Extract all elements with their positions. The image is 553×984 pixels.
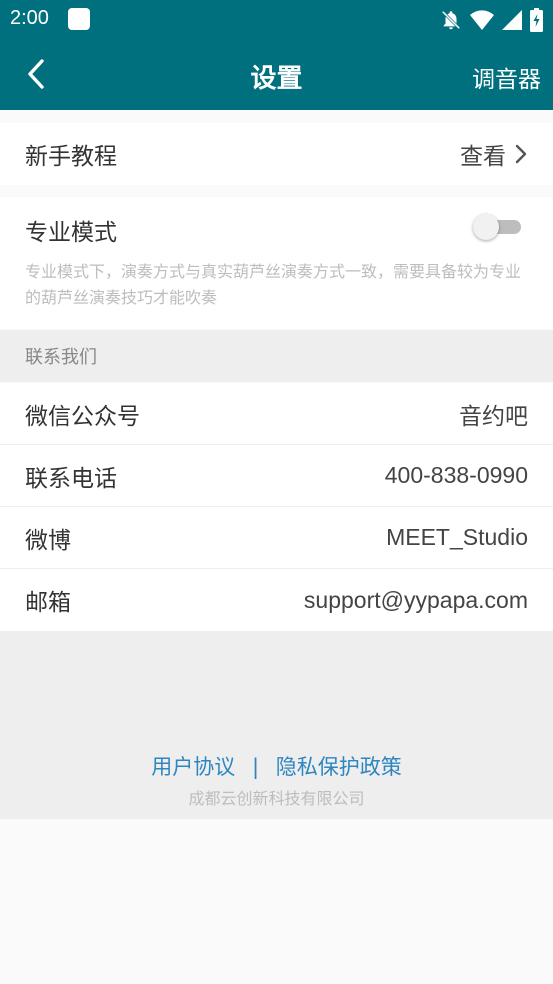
company-name: 成都云创新科技有限公司 <box>188 789 365 808</box>
wifi-icon <box>470 10 494 30</box>
link-separator: | <box>251 755 260 779</box>
status-icons <box>440 8 543 32</box>
app-bar: 设置 调音器 <box>0 38 553 110</box>
email-label: 邮箱 <box>25 590 71 616</box>
tuner-button[interactable]: 调音器 <box>472 60 541 94</box>
weibo-label: 微博 <box>25 527 71 554</box>
phone-row[interactable]: 联系电话 400-838-0990 <box>0 445 553 507</box>
privacy-policy-link[interactable]: 隐私保护政策 <box>276 751 402 781</box>
wechat-value: 音约吧 <box>459 403 528 430</box>
chevron-right-icon <box>515 144 527 164</box>
page-title: 设置 <box>250 64 303 94</box>
wechat-row[interactable]: 微信公众号 音约吧 <box>0 383 553 445</box>
notification-app-icon <box>68 8 90 30</box>
pro-mode-toggle[interactable] <box>473 214 521 240</box>
footer-links: 用户协议 | 隐私保护政策 <box>0 751 553 781</box>
tutorial-view-label: 查看 <box>460 144 506 170</box>
battery-icon <box>530 8 543 32</box>
pro-mode-block: 专业模式 专业模式下，演奏方式与真实葫芦丝演奏方式一致，需要具备较为专业的葫芦丝… <box>0 197 553 329</box>
weibo-row[interactable]: 微博 MEET_Studio <box>0 507 553 569</box>
user-agreement-link[interactable]: 用户协议 <box>151 751 235 781</box>
contact-section-header: 联系我们 <box>0 330 553 382</box>
status-bar: 2:00 <box>0 0 553 38</box>
phone-value: 400-838-0990 <box>384 462 528 488</box>
tutorial-label: 新手教程 <box>25 144 117 170</box>
status-time: 2:00 <box>10 7 49 29</box>
wechat-label: 微信公众号 <box>25 403 140 430</box>
tutorial-row[interactable]: 新手教程 查看 <box>0 123 553 185</box>
signal-icon <box>502 10 522 30</box>
footer: 用户协议 | 隐私保护政策 成都云创新科技有限公司 <box>0 631 553 819</box>
weibo-value: MEET_Studio <box>386 524 528 550</box>
tutorial-view: 查看 <box>460 137 528 171</box>
notifications-off-icon <box>441 10 461 30</box>
toggle-thumb <box>473 214 499 240</box>
phone-label: 联系电话 <box>25 465 117 492</box>
pro-mode-description: 专业模式下，演奏方式与真实葫芦丝演奏方式一致，需要具备较为专业的葫芦丝演奏技巧才… <box>25 262 522 307</box>
email-value: support@yypapa.com <box>303 586 528 613</box>
pro-mode-label: 专业模式 <box>25 220 117 246</box>
email-row[interactable]: 邮箱 support@yypapa.com <box>0 569 553 631</box>
